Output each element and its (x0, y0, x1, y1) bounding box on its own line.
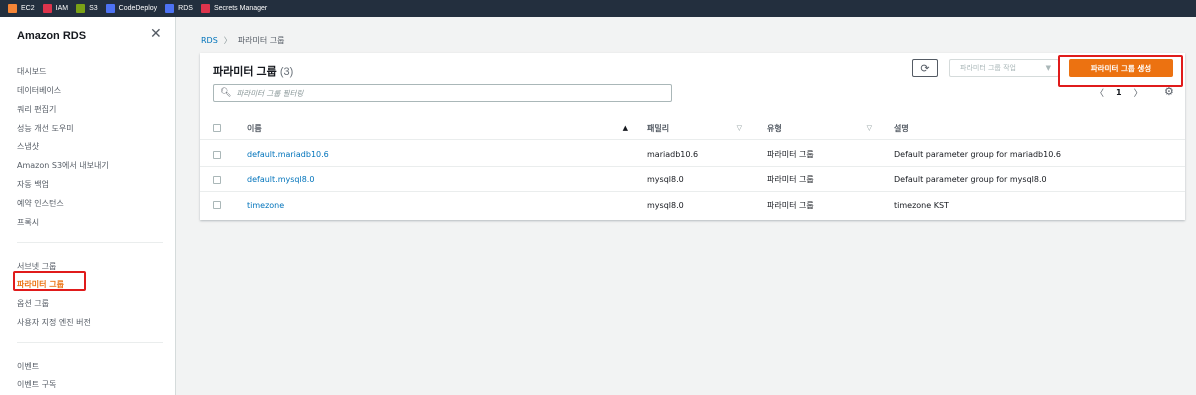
table-row[interactable]: default.mariadb10.6 mariadb10.6 파라미터 그룹 … (200, 143, 1185, 167)
parameter-group-name-link[interactable]: timezone (247, 193, 284, 217)
chevron-right-icon: 〉 (223, 36, 232, 45)
service-shortcut-ec2[interactable]: EC2 (8, 4, 35, 13)
column-header-name[interactable]: 이름 ▲ (247, 117, 632, 139)
parameter-group-actions-dropdown[interactable]: 파라미터 그룹 작업 ▼ (949, 59, 1059, 77)
service-shortcut-label: CodeDeploy (118, 5, 158, 12)
refresh-icon: ⟳ (920, 61, 930, 75)
service-shortcut-label: RDS (178, 5, 193, 12)
sidebar-item-snapshots[interactable]: 스냅샷 (17, 141, 39, 152)
sidebar-item-dashboard[interactable]: 대시보드 (17, 66, 46, 77)
type-cell: 파라미터 그룹 (767, 175, 814, 184)
column-header-label: 이름 (247, 123, 262, 133)
filter-input[interactable] (236, 88, 657, 98)
select-all-checkbox-cell (213, 117, 221, 139)
sidebar-item-proxies[interactable]: 프록시 (17, 217, 39, 228)
column-header-label: 패밀리 (647, 123, 670, 133)
filter-box: 🔍︎ (213, 84, 672, 102)
sidebar-item-reserved-instances[interactable]: 예약 인스턴스 (17, 198, 64, 209)
select-all-checkbox[interactable] (213, 124, 221, 132)
codedeploy-icon (105, 4, 115, 13)
sidebar-divider (17, 242, 163, 243)
family-cell: mysql8.0 (647, 175, 684, 184)
sidebar-item-exports-s3[interactable]: Amazon S3에서 내보내기 (17, 160, 109, 171)
caret-down-icon: ▼ (1045, 64, 1051, 72)
row-checkbox[interactable] (213, 201, 221, 209)
row-checkbox-cell (213, 168, 221, 191)
sidebar-title: Amazon RDS (17, 30, 87, 42)
service-shortcut-bar: EC2 IAM S3 CodeDeploy RDS Secrets Manage… (0, 0, 1196, 17)
close-icon[interactable]: ✕ (150, 27, 162, 41)
sort-icon[interactable]: ▽ (867, 124, 872, 132)
search-icon: 🔍︎ (220, 88, 232, 98)
sidebar-divider (17, 342, 163, 343)
ec2-icon (8, 4, 17, 13)
rds-icon (165, 4, 175, 13)
sidebar-item-parameter-groups[interactable]: 파라미터 그룹 (17, 279, 64, 290)
sidebar-item-databases[interactable]: 데이터베이스 (17, 85, 61, 96)
sidebar-item-custom-engine-versions[interactable]: 사용자 지정 엔진 버전 (17, 317, 91, 328)
next-page-icon[interactable]: 〉 (1134, 86, 1143, 99)
breadcrumb-rds-link[interactable]: RDS (201, 36, 218, 45)
sidebar-item-subnet-groups[interactable]: 서브넷 그룹 (17, 261, 56, 272)
row-checkbox-cell (213, 193, 221, 217)
sidebar-item-option-groups[interactable]: 옵션 그룹 (17, 298, 49, 309)
panel-title: 파라미터 그룹 (3) (213, 63, 293, 79)
actions-dropdown-label: 파라미터 그룹 작업 (960, 64, 1016, 72)
column-header-label: 설명 (894, 123, 909, 133)
create-parameter-group-button[interactable]: 파라미터 그룹 생성 (1069, 59, 1173, 77)
service-shortcut-label: S3 (89, 5, 98, 12)
type-cell: 파라미터 그룹 (767, 150, 814, 159)
description-cell: Default parameter group for mariadb10.6 (894, 150, 1061, 159)
table-row[interactable]: timezone mysql8.0 파라미터 그룹 timezone KST (200, 193, 1185, 217)
gear-icon[interactable]: ⚙ (1164, 85, 1174, 98)
column-header-type[interactable]: 유형 ▽ (767, 117, 872, 139)
sidebar-item-query-editor[interactable]: 쿼리 편집기 (17, 104, 56, 115)
table-row[interactable]: default.mysql8.0 mysql8.0 파라미터 그룹 Defaul… (200, 168, 1185, 192)
previous-page-icon[interactable]: 〈 (1095, 86, 1104, 99)
panel-title-count: (3) (279, 66, 294, 78)
row-checkbox-cell (213, 143, 221, 166)
family-cell: mysql8.0 (647, 200, 684, 210)
sidebar-item-events[interactable]: 이벤트 (17, 361, 39, 372)
table-header: 이름 ▲ 패밀리 ▽ 유형 ▽ 설명 (200, 117, 1185, 140)
parameter-groups-panel: 파라미터 그룹 (3) ⟳ 파라미터 그룹 작업 ▼ 파라미터 그룹 생성 🔍︎… (200, 53, 1185, 220)
sidebar-item-performance-insights[interactable]: 성능 개선 도우미 (17, 123, 74, 134)
current-page-number[interactable]: 1 (1116, 88, 1122, 97)
service-shortcut-label: Secrets Manager (213, 5, 268, 12)
iam-icon (42, 4, 52, 13)
breadcrumb-current: 파라미터 그룹 (237, 36, 285, 45)
row-checkbox[interactable] (213, 175, 221, 184)
column-header-label: 유형 (767, 123, 782, 133)
service-shortcut-s3[interactable]: S3 (76, 4, 98, 13)
service-shortcut-rds[interactable]: RDS (165, 4, 193, 13)
secrets-manager-icon (200, 4, 210, 13)
service-shortcut-secrets-manager[interactable]: Secrets Manager (200, 4, 268, 13)
description-cell: timezone KST (894, 200, 949, 210)
s3-icon (76, 4, 86, 13)
family-cell: mariadb10.6 (647, 150, 699, 159)
description-cell: Default parameter group for mysql8.0 (894, 175, 1047, 184)
row-checkbox[interactable] (213, 150, 221, 159)
refresh-button[interactable]: ⟳ (912, 59, 938, 77)
column-header-description[interactable]: 설명 (894, 117, 909, 139)
sidebar-item-event-subscriptions[interactable]: 이벤트 구독 (17, 379, 56, 390)
service-shortcut-iam[interactable]: IAM (42, 4, 69, 13)
service-shortcut-codedeploy[interactable]: CodeDeploy (105, 4, 158, 13)
sidebar-nav: Amazon RDS ✕ 대시보드 데이터베이스 쿼리 편집기 성능 개선 도우… (0, 17, 176, 395)
parameter-group-name-link[interactable]: default.mysql8.0 (247, 168, 314, 191)
column-header-family[interactable]: 패밀리 ▽ (647, 117, 742, 139)
breadcrumb: RDS 〉 파라미터 그룹 (201, 35, 285, 46)
sidebar-item-automated-backups[interactable]: 자동 백업 (17, 179, 49, 190)
panel-title-text: 파라미터 그룹 (213, 66, 277, 78)
type-cell: 파라미터 그룹 (767, 200, 814, 210)
service-shortcut-label: IAM (55, 5, 69, 12)
pagination: 〈 1 〉 (1095, 86, 1143, 99)
sort-ascending-icon[interactable]: ▲ (623, 124, 628, 132)
sort-icon[interactable]: ▽ (737, 124, 742, 132)
parameter-group-name-link[interactable]: default.mariadb10.6 (247, 143, 329, 166)
service-shortcut-label: EC2 (21, 5, 35, 12)
